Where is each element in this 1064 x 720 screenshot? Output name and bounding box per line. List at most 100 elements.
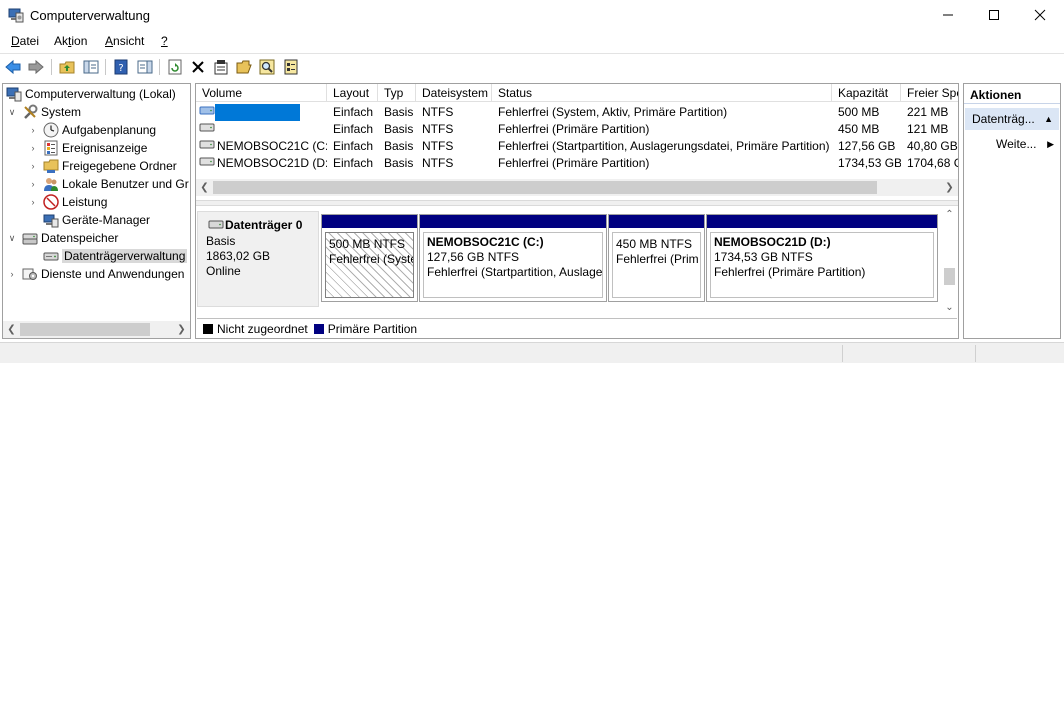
disk-status: Online — [206, 264, 241, 278]
chevron-right-icon[interactable]: › — [6, 269, 18, 279]
menu-ansicht[interactable]: Ansicht — [105, 34, 144, 48]
maximize-icon — [989, 10, 999, 20]
minimize-button[interactable] — [925, 0, 971, 30]
menu-datei-mnemonic: D — [11, 34, 20, 48]
chevron-right-icon[interactable]: › — [27, 179, 39, 189]
disk-properties-button[interactable] — [282, 58, 300, 76]
chevron-down-icon[interactable]: ∨ — [6, 233, 18, 244]
tree-item-leistung[interactable]: › Leistung — [27, 193, 107, 211]
delete-button[interactable] — [189, 58, 207, 76]
back-button[interactable] — [4, 58, 22, 76]
primary-partition-bar — [322, 215, 417, 228]
show-hide-tree-button[interactable] — [82, 58, 100, 76]
menu-datei[interactable]: Datei — [11, 34, 39, 48]
chevron-right-icon[interactable]: › — [27, 143, 39, 153]
chevron-down-icon[interactable]: ∨ — [6, 107, 18, 118]
tree-item-datenspeicher[interactable]: ∨ Datenspeicher — [6, 229, 119, 247]
show-hide-action-pane-button[interactable] — [136, 58, 154, 76]
tree-item-ereignisanzeige[interactable]: › Ereignisanzeige — [27, 139, 147, 157]
scroll-left-icon[interactable]: ❮ — [196, 179, 213, 196]
column-header-freier-speicher[interactable]: Freier Spe — [901, 84, 958, 102]
tree-item-lokale-benutzer[interactable]: › Lokale Benutzer und Gr — [27, 175, 189, 193]
pane-splitter[interactable] — [196, 200, 958, 206]
more-actions-label: Weite... — [996, 137, 1037, 151]
disk-management-pane: Volume Layout Typ Dateisystem Status Kap… — [195, 83, 959, 339]
tree-horizontal-scrollbar[interactable]: ❮ ❯ — [3, 321, 190, 338]
disk-graphic-scroll-thumb[interactable] — [944, 268, 955, 285]
refresh-button[interactable] — [166, 58, 184, 76]
partition-d[interactable]: NEMOBSOC21D (D:) 1734,53 GB NTFS Fehlerf… — [706, 214, 938, 302]
close-button[interactable] — [1017, 0, 1063, 30]
scroll-right-icon[interactable]: ❯ — [173, 321, 190, 338]
volume-list-horizontal-scrollbar[interactable]: ❮ ❯ — [196, 179, 958, 196]
cell-frei: 221 MB — [907, 105, 949, 119]
column-header-typ[interactable]: Typ — [378, 84, 416, 102]
column-header-dateisystem[interactable]: Dateisystem — [416, 84, 492, 102]
tree-scroll-thumb[interactable] — [20, 323, 150, 336]
toolbar-separator — [105, 59, 106, 75]
toolbar: ? — [0, 53, 1064, 80]
tree-label-leistung: Leistung — [62, 195, 108, 209]
disk-graphic-vertical-scrollbar[interactable]: ⌃ ⌄ — [941, 206, 958, 316]
folder-up-icon — [59, 61, 75, 74]
scroll-down-icon[interactable]: ⌄ — [941, 299, 958, 316]
search-button[interactable] — [258, 58, 276, 76]
menu-help[interactable]: ? — [161, 34, 168, 48]
column-header-status[interactable]: Status — [492, 84, 832, 102]
computer-icon — [6, 86, 22, 102]
unallocated-swatch — [203, 323, 213, 334]
column-header-layout[interactable]: Layout — [327, 84, 378, 102]
partition-recovery[interactable]: 450 MB NTFS Fehlerfrei (Prim — [608, 214, 705, 302]
cell-dateisystem: NTFS — [422, 139, 454, 153]
cell-kapazitaet: 500 MB — [838, 105, 880, 119]
tree-label-freigegebene-ordner: Freigegebene Ordner — [62, 159, 177, 173]
tree-item-root[interactable]: Computerverwaltung (Lokal) — [6, 85, 176, 103]
tree-item-geraete-manager[interactable]: Geräte-Manager — [39, 211, 150, 229]
magnifier-icon — [259, 59, 275, 75]
scroll-left-icon[interactable]: ❮ — [3, 321, 20, 338]
properties-button[interactable] — [212, 58, 230, 76]
tree-item-datentraegerverwaltung[interactable]: Datenträgerverwaltung — [39, 247, 188, 265]
partition-status: Fehlerfrei (Prim — [616, 252, 699, 266]
partition-c[interactable]: NEMOBSOC21C (C:) 127,56 GB NTFS Fehlerfr… — [419, 214, 607, 302]
menu-bar: Datei Aktion Ansicht ? — [0, 32, 1064, 52]
help-button[interactable]: ? — [112, 58, 130, 76]
maximize-button[interactable] — [971, 0, 1017, 30]
disk-0-header[interactable]: Datenträger 0 Basis 1863,02 GB Online — [197, 211, 319, 307]
chevron-right-icon[interactable]: › — [27, 125, 39, 135]
cell-volume — [217, 121, 327, 138]
tree-item-aufgabenplanung[interactable]: › Aufgabenplanung — [27, 121, 156, 139]
tree-item-freigegebene-ordner[interactable]: › Freigegebene Ordner — [27, 157, 177, 175]
up-folder-button[interactable] — [58, 58, 76, 76]
console-tree: Computerverwaltung (Lokal) ∨ System › Au… — [2, 83, 191, 339]
actions-section-disk-management[interactable]: Datenträg... ▲ — [965, 108, 1059, 130]
partition-size: 127,56 GB NTFS — [427, 250, 520, 264]
action-pane-icon — [137, 60, 153, 74]
forward-button[interactable] — [27, 58, 45, 76]
title-bar: Computerverwaltung — [0, 0, 1064, 32]
status-divider — [842, 345, 843, 362]
scroll-up-icon[interactable]: ⌃ — [941, 206, 958, 223]
collapse-up-icon[interactable]: ▲ — [1044, 108, 1053, 130]
disk-management-icon — [43, 248, 59, 264]
cell-layout: Einfach — [333, 122, 374, 136]
partition-system-reserved[interactable]: 500 MB NTFS Fehlerfrei (Syste — [321, 214, 418, 302]
menu-ansicht-mnemonic: A — [105, 34, 114, 48]
chevron-right-icon[interactable]: › — [27, 197, 39, 207]
cell-volume: NEMOBSOC21D (D:) — [217, 156, 327, 170]
menu-aktion[interactable]: Aktion — [54, 34, 87, 48]
tree-item-dienste[interactable]: › Dienste und Anwendungen — [6, 265, 185, 283]
open-button[interactable] — [235, 58, 253, 76]
more-actions-item[interactable]: Weite... ▶ — [964, 134, 1060, 154]
volume-list-scroll-thumb[interactable] — [213, 181, 877, 194]
console-tree-icon — [83, 60, 99, 74]
scroll-right-icon[interactable]: ❯ — [941, 179, 958, 196]
cell-status: Fehlerfrei (Primäre Partition) — [498, 156, 650, 170]
column-header-kapazitaet[interactable]: Kapazität — [832, 84, 901, 102]
tree-item-system[interactable]: ∨ System — [6, 103, 81, 121]
chevron-right-icon[interactable]: › — [27, 161, 39, 171]
device-manager-icon — [43, 212, 59, 228]
column-header-volume[interactable]: Volume — [196, 84, 327, 102]
toolbar-separator — [51, 59, 52, 75]
legend-unallocated: Nicht zugeordnet — [217, 321, 308, 336]
